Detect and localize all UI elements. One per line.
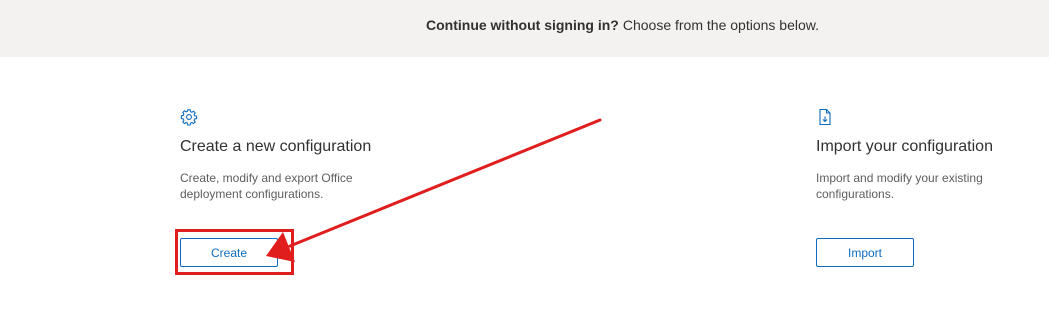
page: Continue without signing in? Choose from …	[0, 0, 1049, 318]
create-card-title: Create a new configuration	[180, 138, 372, 155]
create-card-description: Create, modify and export Office deploym…	[180, 171, 353, 201]
import-button[interactable]: Import	[816, 238, 914, 267]
banner-title: Continue without signing in?	[426, 17, 619, 33]
banner-subtitle: Choose from the options below.	[622, 17, 819, 33]
sign-in-banner: Continue without signing in? Choose from …	[0, 0, 1049, 57]
document-import-icon	[819, 108, 831, 126]
create-button[interactable]: Create	[180, 238, 278, 267]
create-configuration-card: Create a new configuration Create, modif…	[180, 108, 420, 267]
import-card-title: Import your configuration	[816, 138, 993, 155]
gear-icon	[180, 109, 198, 126]
import-configuration-card: Import your configuration Import and mod…	[816, 108, 1049, 267]
banner-message: Continue without signing in? Choose from …	[426, 17, 819, 33]
import-card-description: Import and modify your existing configur…	[816, 171, 983, 201]
